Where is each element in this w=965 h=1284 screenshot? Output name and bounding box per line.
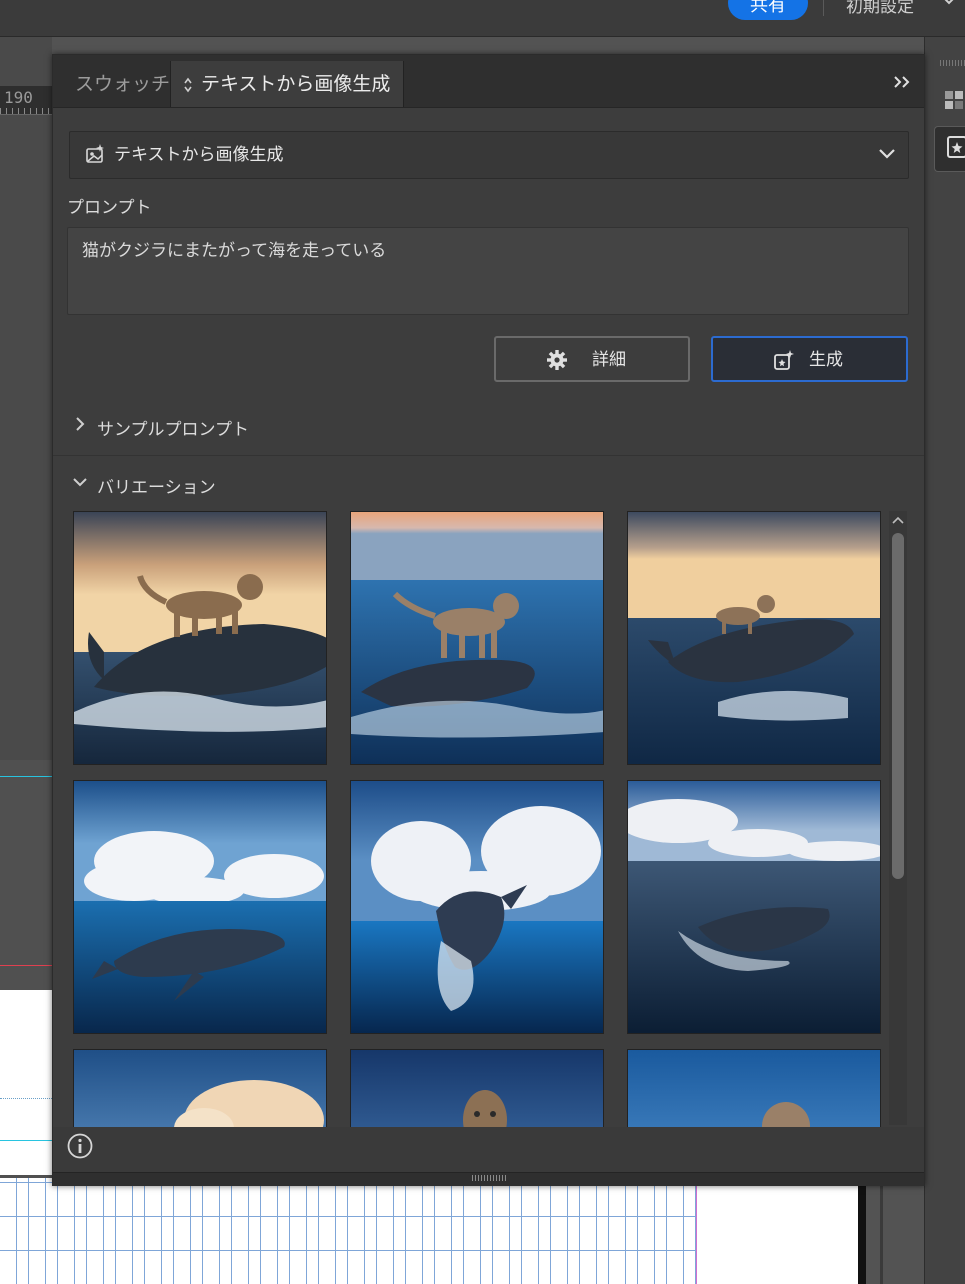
panel-tab-bar: スウォッチ テキストから画像生成: [53, 55, 924, 108]
variation-thumbnail[interactable]: [73, 780, 327, 1034]
sort-updown-icon: [184, 77, 192, 93]
panel-resize-bar[interactable]: [53, 1172, 924, 1186]
variation-image: [628, 781, 880, 1033]
mode-dropdown[interactable]: テキストから画像生成: [69, 131, 909, 179]
generate-button-label: 生成: [809, 350, 843, 370]
variation-thumbnail[interactable]: [73, 1049, 327, 1127]
variation-thumbnail[interactable]: [627, 511, 881, 765]
variation-thumbnail[interactable]: [350, 1049, 604, 1127]
right-panel-dock: [924, 37, 965, 1284]
tab-text-to-image-label: テキストから画像生成: [201, 73, 391, 95]
tab-swatches[interactable]: スウォッチ: [75, 61, 170, 107]
mode-dropdown-label: テキストから画像生成: [114, 145, 284, 165]
workspace-switcher-label[interactable]: 初期設定: [846, 0, 914, 17]
variation-image: [351, 1050, 603, 1127]
chevron-down-icon: [73, 478, 87, 487]
text-to-image-icon: [86, 144, 104, 163]
document-page: [0, 990, 52, 1175]
variation-image: [74, 781, 326, 1033]
variations-gallery: [69, 507, 889, 1127]
bleed-line: [0, 965, 52, 966]
variation-image: [628, 1050, 880, 1127]
variation-image: [351, 781, 603, 1033]
variation-image: [74, 1050, 326, 1127]
chevron-up-icon[interactable]: [892, 515, 904, 525]
page-margin-area: [696, 1178, 861, 1284]
variation-image: [74, 512, 326, 764]
gallery-scrollbar[interactable]: [889, 511, 907, 1125]
detail-settings-button[interactable]: 詳細: [494, 336, 690, 382]
variation-thumbnail[interactable]: [627, 780, 881, 1034]
variation-thumbnail[interactable]: [73, 511, 327, 765]
chevron-down-icon: [879, 149, 895, 159]
text-to-image-panel: スウォッチ テキストから画像生成 テキストから画像生成 プロンプト 猫がクジラに…: [52, 54, 925, 1186]
info-icon[interactable]: [67, 1133, 93, 1159]
ruler-number: 190: [4, 88, 33, 107]
prompt-textarea[interactable]: 猫がクジラにまたがって海を走っている: [67, 227, 909, 315]
detail-button-label: 詳細: [592, 350, 626, 370]
page-edge: [858, 1178, 866, 1284]
panel-footer: [53, 1127, 924, 1172]
ruler: 190: [0, 86, 52, 115]
gear-icon: [547, 350, 567, 370]
prompt-text: 猫がクジラにまたがって海を走っている: [82, 241, 387, 261]
swatches-icon[interactable]: [944, 90, 964, 110]
tab-text-to-image[interactable]: テキストから画像生成: [170, 61, 404, 107]
pasteboard-gap: [866, 1178, 886, 1284]
generate-button[interactable]: 生成: [711, 336, 908, 382]
variation-thumbnail[interactable]: [627, 1049, 881, 1127]
variation-image: [351, 512, 603, 764]
sample-prompts-label: サンプルプロンプト: [97, 420, 249, 440]
app-top-bar: 共有 初期設定: [0, 0, 965, 37]
guide-line: [0, 776, 52, 777]
variation-thumbnail[interactable]: [350, 511, 604, 765]
page-edge-shadow: [880, 1178, 883, 1284]
generate-sparkle-icon: [774, 350, 794, 370]
dock-grip-handle[interactable]: [940, 60, 965, 66]
variation-image: [628, 512, 880, 764]
variations-label: バリエーション: [97, 478, 216, 498]
margin-guide: [0, 1098, 52, 1099]
prompt-label: プロンプト: [67, 198, 152, 218]
share-button[interactable]: 共有: [728, 0, 808, 20]
sample-prompts-section-header[interactable]: サンプルプロンプト: [53, 401, 924, 456]
toolbar-divider: [823, 0, 824, 16]
resize-grip-handle[interactable]: [472, 1175, 506, 1181]
variations-section-header[interactable]: バリエーション: [53, 463, 924, 503]
guide-line: [0, 1140, 52, 1141]
ruler-ticks: [0, 108, 52, 114]
chevron-right-icon: [76, 417, 85, 431]
variation-thumbnail[interactable]: [350, 780, 604, 1034]
collapse-panel-icon[interactable]: [893, 75, 911, 89]
text-to-image-icon[interactable]: [946, 134, 965, 160]
chevron-down-icon[interactable]: [942, 0, 956, 8]
scrollbar-thumb[interactable]: [892, 533, 904, 879]
